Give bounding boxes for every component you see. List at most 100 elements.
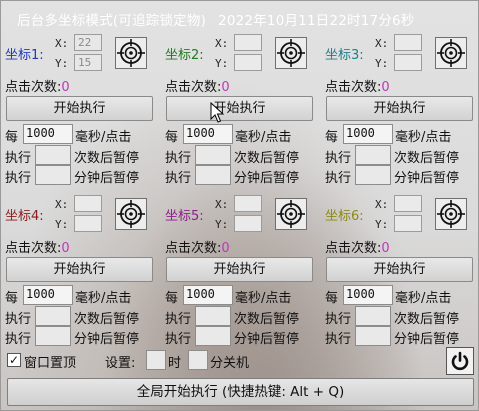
execute-label: 执行 xyxy=(5,312,32,327)
x-coordinate-field[interactable]: 22 xyxy=(74,34,102,51)
pick-target-button[interactable] xyxy=(435,37,467,69)
pause-times-input[interactable] xyxy=(35,145,71,165)
interval-input[interactable]: 1000 xyxy=(23,285,73,305)
start-button[interactable]: 开始执行 xyxy=(6,96,153,121)
coordinate-title: 坐标5: xyxy=(165,209,204,224)
coordinate-panel-1: 坐标1: X: Y: 22 15 点击次数:0 开始执行每 1000 毫秒/点击 执行 次数后暂停执… xyxy=(5,34,155,186)
coordinate-panel-4: 坐标4: X: Y: 点击次数:0 开始执行每 1000 毫秒/点击 执行 次数后暂停 执行 分钟后… xyxy=(5,195,155,347)
click-count: 点击次数:0 xyxy=(325,237,390,256)
ms-per-click-label: 毫秒/点击 xyxy=(235,291,292,306)
pause-after-times-label: 次数后暂停 xyxy=(234,312,300,327)
topmost-label: 窗口置顶 xyxy=(24,356,77,371)
pause-after-times-label: 次数后暂停 xyxy=(234,151,300,166)
crosshair-target-icon xyxy=(117,200,145,228)
pause-times-input[interactable] xyxy=(355,306,391,326)
pause-times-input[interactable] xyxy=(35,306,71,326)
y-coordinate-field[interactable] xyxy=(234,54,262,71)
crosshair-target-icon xyxy=(277,39,305,67)
shutdown-minute-input[interactable] xyxy=(188,350,208,370)
x-coordinate-field[interactable] xyxy=(234,34,262,51)
global-start-button[interactable]: 全局开始执行 (快捷热键: Alt + Q) xyxy=(7,378,474,406)
pick-target-button[interactable] xyxy=(275,37,307,69)
every-label: 每 xyxy=(165,291,179,306)
y-coordinate-field[interactable] xyxy=(234,215,262,232)
interval-input[interactable]: 1000 xyxy=(343,285,393,305)
interval-input[interactable]: 1000 xyxy=(343,124,393,144)
x-coordinate-field[interactable] xyxy=(74,195,102,212)
x-coordinate-field[interactable] xyxy=(394,195,422,212)
y-coordinate-field[interactable] xyxy=(74,215,102,232)
ms-per-click-label: 毫秒/点击 xyxy=(395,291,452,306)
x-coordinate-field[interactable] xyxy=(234,195,262,212)
every-label: 每 xyxy=(325,291,339,306)
click-count-value: 0 xyxy=(381,80,390,95)
coordinate-panel-3: 坐标3: X: Y: 点击次数:0 开始执行每 1000 毫秒/点击 执行 次数后暂停 执行 分钟后… xyxy=(325,34,475,186)
execute-label: 执行 xyxy=(5,151,32,166)
x-label: X: xyxy=(215,198,229,211)
click-count: 点击次数:0 xyxy=(165,237,230,256)
crosshair-target-icon xyxy=(117,39,145,67)
y-coordinate-field[interactable] xyxy=(394,215,422,232)
execute-label: 执行 xyxy=(325,151,352,166)
pick-target-button[interactable] xyxy=(115,198,147,230)
app-window: 后台多坐标模式(可追踪锁定物) 2022年10月11日22时17分6秒 坐标1: X… xyxy=(0,0,479,411)
click-count-value: 0 xyxy=(61,80,70,95)
start-button[interactable]: 开始执行 xyxy=(326,257,473,282)
pick-target-button[interactable] xyxy=(275,198,307,230)
pick-target-button[interactable] xyxy=(435,198,467,230)
ms-per-click-label: 毫秒/点击 xyxy=(75,291,132,306)
click-count-label: 点击次数: xyxy=(165,241,222,256)
click-count-label: 点击次数: xyxy=(325,241,382,256)
start-button[interactable]: 开始执行 xyxy=(166,257,313,282)
pause-minutes-input[interactable] xyxy=(355,165,391,185)
execute-label: 执行 xyxy=(325,332,352,347)
ms-per-click-label: 毫秒/点击 xyxy=(75,130,132,145)
start-button[interactable]: 开始执行 xyxy=(166,96,313,121)
pause-minutes-input[interactable] xyxy=(355,326,391,346)
start-button[interactable]: 开始执行 xyxy=(326,96,473,121)
pause-minutes-input[interactable] xyxy=(35,165,71,185)
click-count-label: 点击次数: xyxy=(5,80,62,95)
pause-times-input[interactable] xyxy=(195,306,231,326)
pause-times-input[interactable] xyxy=(355,145,391,165)
every-label: 每 xyxy=(325,130,339,145)
y-coordinate-field[interactable]: 15 xyxy=(74,54,102,71)
start-button[interactable]: 开始执行 xyxy=(6,257,153,282)
x-label: X: xyxy=(375,37,389,50)
click-count-value: 0 xyxy=(61,241,70,256)
pause-after-times-label: 次数后暂停 xyxy=(394,312,460,327)
x-coordinate-field[interactable] xyxy=(394,34,422,51)
pause-after-minutes-label: 分钟后暂停 xyxy=(74,171,140,186)
interval-input[interactable]: 1000 xyxy=(183,285,233,305)
pause-minutes-input[interactable] xyxy=(35,326,71,346)
coordinate-title: 坐标4: xyxy=(5,209,44,224)
coordinate-panel-2: 坐标2: X: Y: 点击次数:0 开始执行每 1000 毫秒/点击 执行 次数后暂停 执行 分钟后… xyxy=(165,34,315,186)
y-coordinate-field[interactable] xyxy=(394,54,422,71)
x-label: X: xyxy=(215,37,229,50)
click-count-label: 点击次数: xyxy=(325,80,382,95)
interval-input[interactable]: 1000 xyxy=(23,124,73,144)
topmost-checkbox[interactable]: ✓ xyxy=(7,353,21,367)
click-count-label: 点击次数: xyxy=(165,80,222,95)
interval-input[interactable]: 1000 xyxy=(183,124,233,144)
y-label: Y: xyxy=(215,218,229,231)
pick-target-button[interactable] xyxy=(115,37,147,69)
pause-minutes-input[interactable] xyxy=(195,326,231,346)
click-count-value: 0 xyxy=(221,80,230,95)
title-bar: 后台多坐标模式(可追踪锁定物) 2022年10月11日22时17分6秒 xyxy=(1,1,478,31)
click-count: 点击次数:0 xyxy=(5,76,70,95)
pause-after-times-label: 次数后暂停 xyxy=(74,312,140,327)
crosshair-target-icon xyxy=(437,200,465,228)
pause-after-times-label: 次数后暂停 xyxy=(394,151,460,166)
execute-label: 执行 xyxy=(325,312,352,327)
x-label: X: xyxy=(375,198,389,211)
power-button[interactable] xyxy=(446,347,474,375)
pause-times-input[interactable] xyxy=(195,145,231,165)
click-count: 点击次数:0 xyxy=(165,76,230,95)
click-count: 点击次数:0 xyxy=(5,237,70,256)
execute-label: 执行 xyxy=(165,332,192,347)
shutdown-hour-input[interactable] xyxy=(146,350,166,370)
pause-minutes-input[interactable] xyxy=(195,165,231,185)
power-icon xyxy=(451,351,469,371)
click-count-value: 0 xyxy=(221,241,230,256)
